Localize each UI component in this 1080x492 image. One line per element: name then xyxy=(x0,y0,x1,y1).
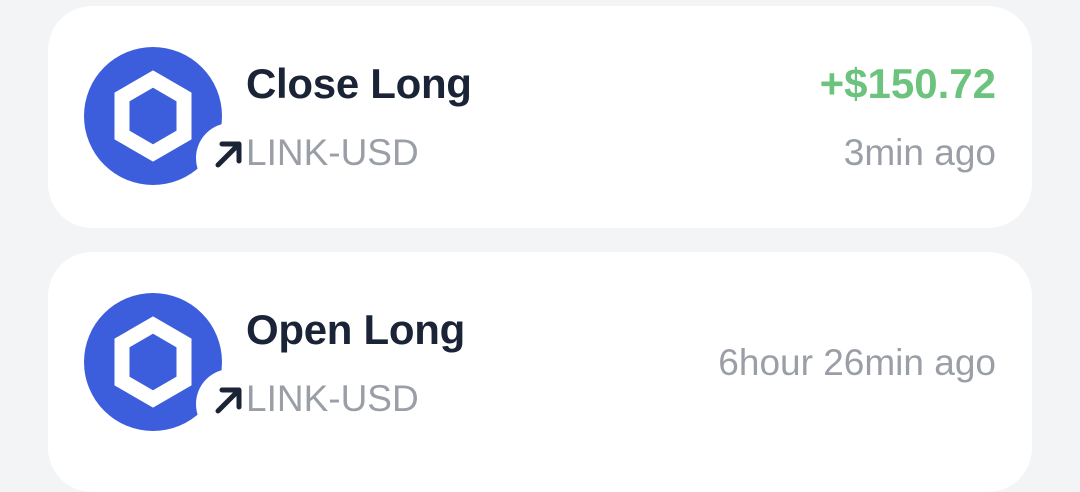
transaction-time: 6hour 26min ago xyxy=(718,342,996,383)
token-avatar xyxy=(84,293,266,439)
arrow-up-right-icon xyxy=(215,387,242,414)
transaction-card[interactable]: Open Long LINK-USD 6hour 26min ago xyxy=(48,252,1032,492)
transaction-amount: +$150.72 xyxy=(819,60,996,107)
token-avatar xyxy=(84,47,266,193)
transaction-pair: LINK-USD xyxy=(246,378,419,419)
transaction-card[interactable]: Close Long LINK-USD +$150.72 3min ago xyxy=(48,6,1032,228)
transaction-title: Close Long xyxy=(246,60,472,107)
arrow-up-right-icon xyxy=(215,141,242,168)
transaction-title: Open Long xyxy=(246,306,465,353)
transaction-time: 3min ago xyxy=(843,132,996,173)
transaction-pair: LINK-USD xyxy=(246,132,419,173)
